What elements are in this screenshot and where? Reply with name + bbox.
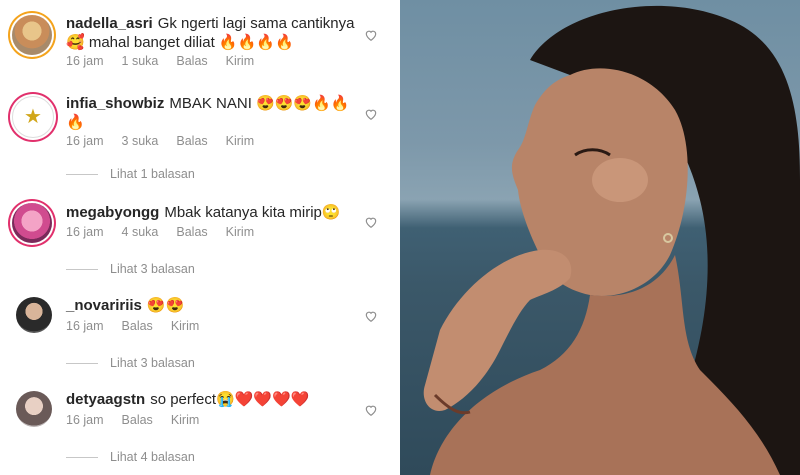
divider-line [66, 456, 98, 458]
comment-time[interactable]: 16 jam [66, 319, 104, 333]
send-button[interactable]: Kirim [171, 413, 199, 427]
comment-meta: 16 jam Balas Kirim [66, 413, 217, 427]
portrait-photo [423, 5, 800, 475]
comment-username[interactable]: nadella_asri [66, 15, 153, 32]
comment-text: Mbak katanya kita mirip🙄 [164, 204, 341, 221]
profile-photo [400, 0, 800, 475]
view-replies-label: Lihat 3 balasan [110, 356, 195, 370]
comment-meta: 16 jam 4 suka Balas Kirim [66, 225, 272, 239]
divider-line [66, 268, 98, 270]
reply-button[interactable]: Balas [176, 225, 207, 239]
comment-meta: 16 jam 1 suka Balas Kirim [66, 54, 272, 68]
send-button[interactable]: Kirim [226, 54, 254, 68]
comment-likes[interactable]: 4 suka [122, 225, 159, 239]
heart-outline-icon[interactable] [364, 28, 378, 42]
avatar[interactable] [16, 297, 52, 333]
view-replies-label: Lihat 3 balasan [110, 262, 195, 276]
avatar[interactable] [12, 203, 52, 243]
star-icon: ★ [24, 106, 42, 128]
heart-outline-icon[interactable] [364, 403, 378, 417]
comment-username[interactable]: megabyongg [66, 204, 159, 221]
comment-meta: 16 jam Balas Kirim [66, 319, 217, 333]
comment-username[interactable]: infia_showbiz [66, 95, 164, 112]
send-button[interactable]: Kirim [171, 319, 199, 333]
heart-outline-icon[interactable] [364, 215, 378, 229]
comment-likes[interactable]: 1 suka [122, 54, 159, 68]
comment-username[interactable]: _novaririis [66, 297, 142, 314]
comment-meta: 16 jam 3 suka Balas Kirim [66, 134, 272, 148]
comment-text: so perfect😭❤️❤️❤️❤️ [150, 391, 310, 408]
send-button[interactable]: Kirim [226, 225, 254, 239]
comment-time[interactable]: 16 jam [66, 134, 104, 148]
view-replies-button[interactable]: Lihat 3 balasan [66, 356, 195, 370]
heart-outline-icon[interactable] [364, 107, 378, 121]
avatar[interactable] [12, 15, 52, 55]
view-replies-button[interactable]: Lihat 4 balasan [66, 450, 195, 464]
divider-line [66, 362, 98, 364]
reply-button[interactable]: Balas [176, 134, 207, 148]
divider-line [66, 173, 98, 175]
comment-time[interactable]: 16 jam [66, 413, 104, 427]
avatar[interactable] [16, 391, 52, 427]
reply-button[interactable]: Balas [122, 413, 153, 427]
comment-time[interactable]: 16 jam [66, 54, 104, 68]
comment-likes[interactable]: 3 suka [122, 134, 159, 148]
avatar[interactable]: ★ [12, 96, 54, 138]
heart-outline-icon[interactable] [364, 309, 378, 323]
comment-time[interactable]: 16 jam [66, 225, 104, 239]
reply-button[interactable]: Balas [176, 54, 207, 68]
view-replies-button[interactable]: Lihat 3 balasan [66, 262, 195, 276]
comments-panel: nadella_asri Gk ngerti lagi sama cantikny… [0, 0, 400, 475]
reply-button[interactable]: Balas [122, 319, 153, 333]
view-replies-label: Lihat 4 balasan [110, 450, 195, 464]
view-replies-button[interactable]: Lihat 1 balasan [66, 167, 195, 181]
comment-text: 😍😍 [146, 297, 185, 314]
view-replies-label: Lihat 1 balasan [110, 167, 195, 181]
send-button[interactable]: Kirim [226, 134, 254, 148]
comment-username[interactable]: detyaagstn [66, 391, 145, 408]
